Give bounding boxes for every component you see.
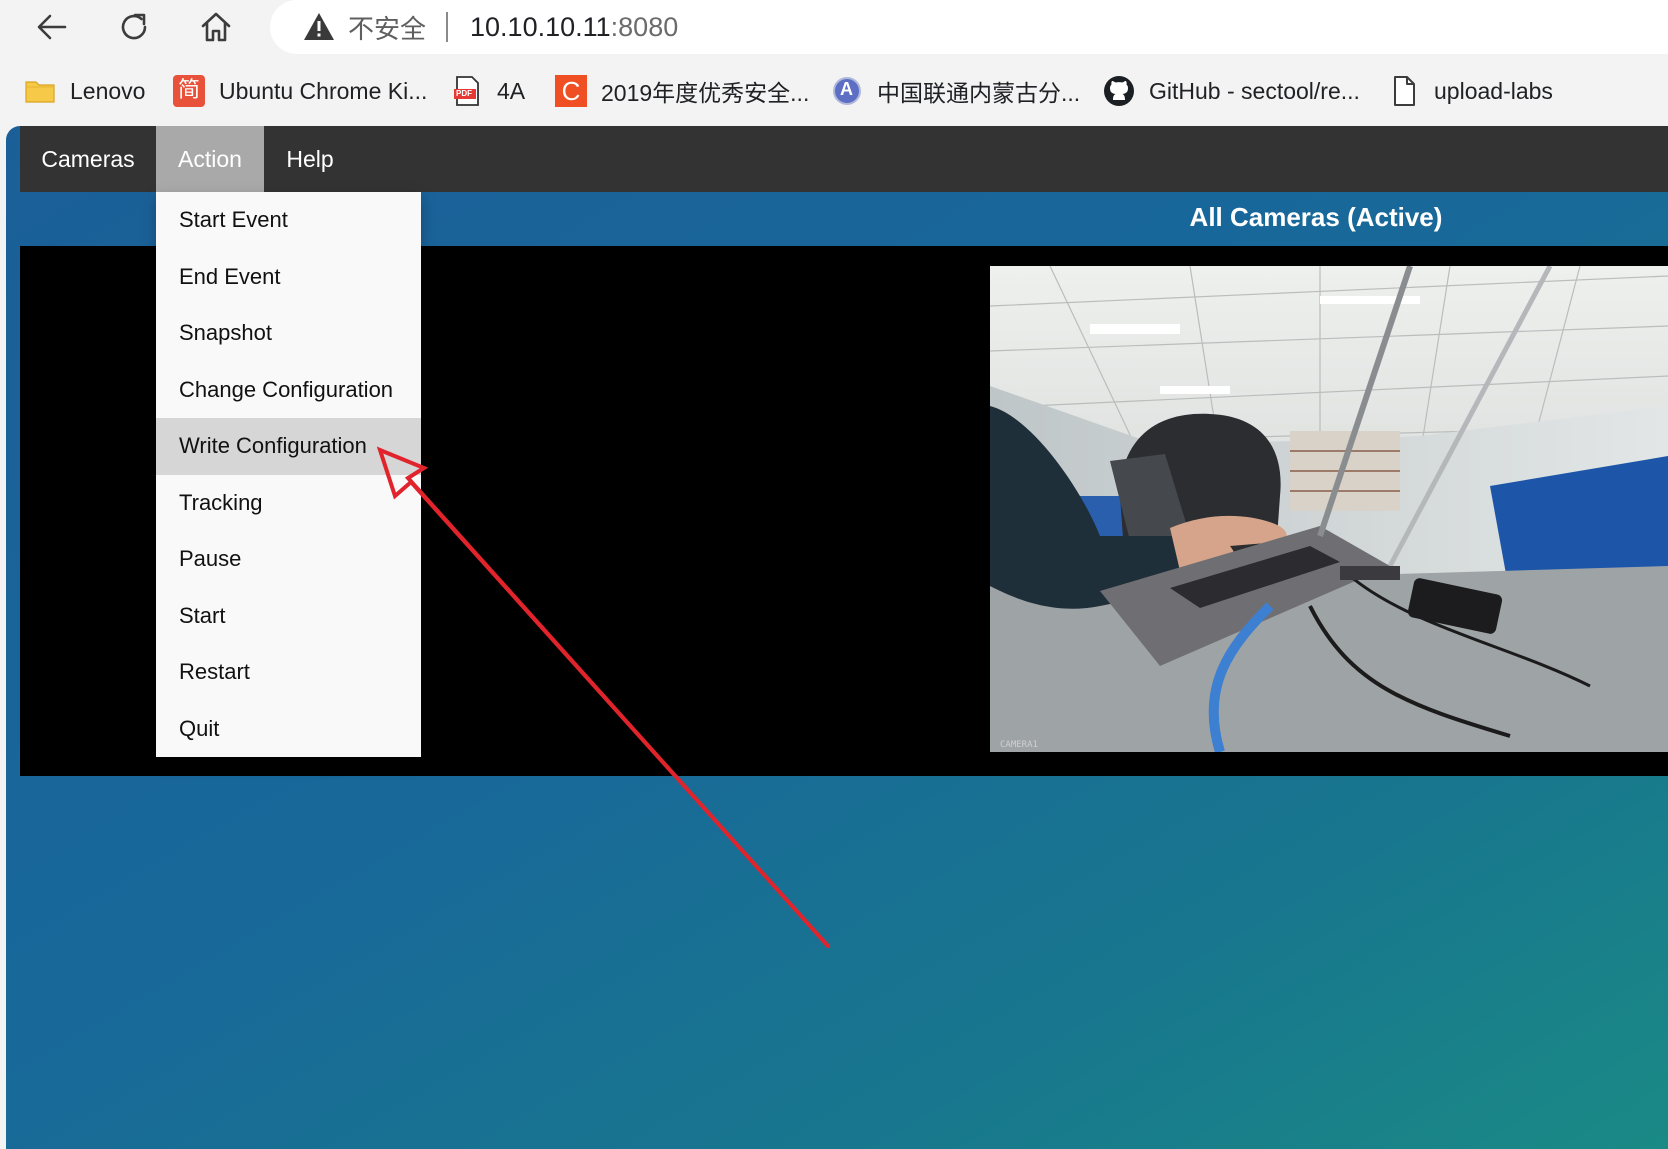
jian-icon: 简 bbox=[173, 75, 205, 107]
menu-item-tracking[interactable]: Tracking bbox=[156, 475, 421, 532]
warning-icon[interactable] bbox=[302, 10, 336, 44]
back-button[interactable] bbox=[28, 6, 76, 48]
menu-cameras[interactable]: Cameras bbox=[20, 126, 156, 192]
menu-item-end-event[interactable]: End Event bbox=[156, 249, 421, 306]
url-host: 10.10.10.11 bbox=[470, 11, 611, 42]
ceiling-light bbox=[1090, 324, 1180, 334]
bookmark-2019-security[interactable]: C 2019年度优秀安全... bbox=[555, 56, 809, 126]
page-title: All Cameras (Active) bbox=[1189, 202, 1443, 232]
page-icon bbox=[1388, 75, 1420, 107]
address-bar[interactable]: 不安全 10.10.10.11 :8080 bbox=[270, 0, 1668, 54]
menu-item-restart[interactable]: Restart bbox=[156, 644, 421, 701]
camera-feed-image bbox=[990, 266, 1668, 752]
reload-icon bbox=[121, 13, 147, 40]
address-separator bbox=[446, 12, 449, 42]
home-icon bbox=[201, 12, 231, 42]
pdf-icon: PDF bbox=[451, 75, 483, 107]
c-logo-icon: C bbox=[555, 75, 587, 107]
ceiling-light bbox=[1160, 386, 1230, 394]
web-page: Cameras Action Help All Cameras (Active) bbox=[6, 126, 1668, 1149]
home-button[interactable] bbox=[192, 6, 240, 48]
action-dropdown: Start Event End Event Snapshot Change Co… bbox=[156, 192, 421, 757]
bookmarks-bar: Lenovo 简 Ubuntu Chrome Ki... PDF 4A C 20… bbox=[0, 56, 1668, 126]
folder-icon bbox=[24, 75, 56, 107]
github-icon bbox=[1103, 75, 1135, 107]
ceiling-light bbox=[1320, 296, 1420, 304]
bookmark-github[interactable]: GitHub - sectool/re... bbox=[1103, 56, 1360, 126]
browser-toolbar: 不安全 10.10.10.11 :8080 bbox=[0, 0, 1668, 56]
menu-item-snapshot[interactable]: Snapshot bbox=[156, 305, 421, 362]
menu-item-start[interactable]: Start bbox=[156, 588, 421, 645]
bookmark-lenovo[interactable]: Lenovo bbox=[24, 56, 145, 126]
menu-item-write-configuration[interactable]: Write Configuration bbox=[156, 418, 421, 475]
usb-hub bbox=[1340, 566, 1400, 580]
menu-item-pause[interactable]: Pause bbox=[156, 531, 421, 588]
bookmark-ubuntu-chrome[interactable]: 简 Ubuntu Chrome Ki... bbox=[173, 56, 427, 126]
reload-button[interactable] bbox=[110, 6, 158, 48]
a-badge-icon: A bbox=[831, 75, 863, 107]
camera-feed[interactable]: CAMERA1 bbox=[990, 266, 1668, 752]
bookmark-4a[interactable]: PDF 4A bbox=[451, 56, 525, 126]
camera-overlay-label: CAMERA1 bbox=[1000, 740, 1038, 750]
menu-bar: Cameras Action Help bbox=[20, 126, 1668, 192]
menu-action[interactable]: Action bbox=[156, 126, 264, 192]
url-port: :8080 bbox=[610, 11, 679, 42]
bookmark-china-unicom[interactable]: A 中国联通内蒙古分... bbox=[831, 56, 1080, 126]
menu-item-start-event[interactable]: Start Event bbox=[156, 192, 421, 249]
menu-help[interactable]: Help bbox=[264, 126, 356, 192]
menu-item-quit[interactable]: Quit bbox=[156, 701, 421, 758]
back-arrow-icon bbox=[37, 14, 67, 40]
menu-item-change-configuration[interactable]: Change Configuration bbox=[156, 362, 421, 419]
bookmark-upload-labs[interactable]: upload-labs bbox=[1388, 56, 1553, 126]
security-label[interactable]: 不安全 bbox=[348, 9, 426, 46]
